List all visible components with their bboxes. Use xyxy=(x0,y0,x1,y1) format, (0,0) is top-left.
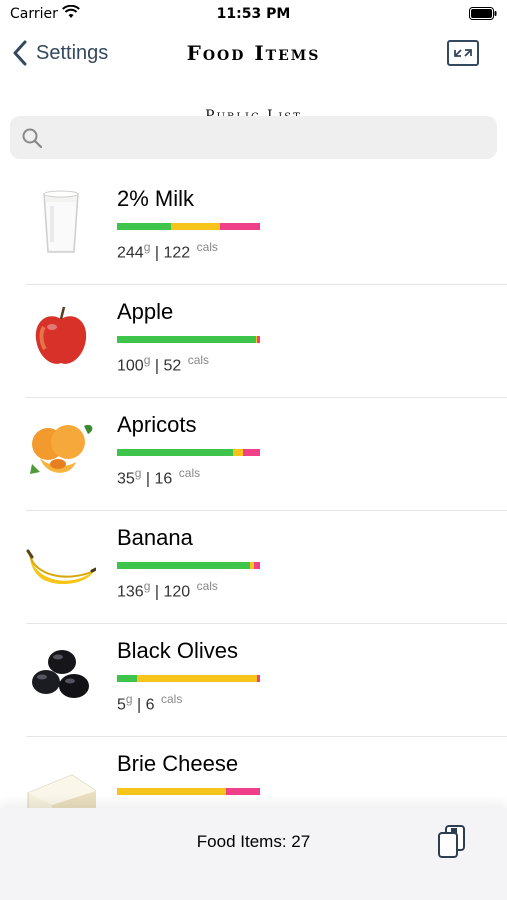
macro-bar xyxy=(117,562,260,569)
grams-unit: g xyxy=(143,240,151,254)
clock: 11:53 PM xyxy=(216,6,291,22)
fat-segment xyxy=(137,675,258,682)
red-apple-icon xyxy=(35,306,87,364)
food-stats: 35g | 16 cals xyxy=(117,466,201,488)
status-bar: Carrier 11:53 PM xyxy=(0,0,507,28)
list-item[interactable]: Banana 136g | 120 cals xyxy=(26,511,507,624)
cals-value: 120 xyxy=(163,583,191,601)
carb-segment xyxy=(117,223,172,230)
list-item[interactable]: Apricots 35g | 16 cals xyxy=(26,398,507,511)
banana-icon xyxy=(26,549,96,585)
protein-segment xyxy=(257,675,260,682)
list-item[interactable]: Apple 100g | 52 cals xyxy=(26,285,507,398)
grams-value: 244 xyxy=(117,244,144,262)
carb-segment xyxy=(117,449,233,456)
bottom-toolbar: Food Items: 27 xyxy=(0,808,507,900)
cals-value: 52 xyxy=(163,357,182,375)
macro-bar xyxy=(117,223,260,230)
food-stats: 136g | 120 cals xyxy=(117,579,218,601)
protein-segment xyxy=(225,788,260,795)
macro-bar xyxy=(117,675,260,682)
cals-unit: cals xyxy=(196,240,218,254)
search-icon xyxy=(22,128,42,148)
cals-value: 16 xyxy=(154,470,173,488)
food-name: Black Olives xyxy=(117,638,239,663)
cals-unit: cals xyxy=(161,692,183,706)
apricots-icon xyxy=(30,424,93,474)
food-stats: 244g | 122 cals xyxy=(117,240,218,262)
grams-value: 35 xyxy=(117,470,135,488)
cals-value: 6 xyxy=(145,696,155,714)
carb-segment xyxy=(117,562,250,569)
page-title: Food Items xyxy=(186,41,321,65)
collapse-arrows-icon[interactable] xyxy=(447,40,479,66)
protein-segment xyxy=(242,449,260,456)
protein-segment xyxy=(257,336,260,343)
food-name: 2% Milk xyxy=(117,186,195,211)
food-name: Banana xyxy=(117,525,193,550)
fat-segment xyxy=(232,449,243,456)
grams-unit: g xyxy=(125,692,133,706)
battery-icon xyxy=(469,7,497,20)
protein-segment xyxy=(219,223,260,230)
food-stats: 100g | 52 cals xyxy=(117,353,210,375)
macro-bar xyxy=(117,336,260,343)
fat-segment xyxy=(117,788,226,795)
protein-segment xyxy=(254,562,260,569)
food-stats: 5g | 6 cals xyxy=(117,692,183,714)
grams-unit: g xyxy=(134,466,142,480)
carb-segment xyxy=(117,675,138,682)
navigation-bar: Settings Food Items xyxy=(0,28,507,78)
search-field[interactable] xyxy=(10,116,497,159)
macro-bar xyxy=(117,449,260,456)
list-item[interactable]: 2% Milk 244g | 122 cals xyxy=(26,172,507,285)
cals-value: 122 xyxy=(163,244,191,262)
copy-documents-icon[interactable] xyxy=(437,824,467,860)
macro-bar xyxy=(117,788,260,795)
food-list: 2% Milk 244g | 122 cals Apple 100g | 52 … xyxy=(0,172,507,808)
list-item[interactable]: Black Olives 5g | 6 cals xyxy=(26,624,507,737)
cals-unit: cals xyxy=(187,353,210,367)
fat-segment xyxy=(171,223,220,230)
grams-value: 136 xyxy=(117,583,144,601)
food-name: Apricots xyxy=(117,412,197,437)
list-item[interactable]: Brie Cheese xyxy=(26,737,507,808)
food-items-count: Food Items: 27 xyxy=(196,832,311,851)
carb-segment xyxy=(117,336,256,343)
brie-cheese-icon xyxy=(27,774,96,808)
cals-unit: cals xyxy=(178,466,201,480)
search-input[interactable] xyxy=(54,124,484,152)
milk-glass-icon xyxy=(43,190,79,253)
food-name: Apple xyxy=(117,299,174,324)
black-olives-icon xyxy=(32,650,89,698)
grams-value: 5 xyxy=(117,696,126,714)
grams-unit: g xyxy=(143,353,151,367)
food-name: Brie Cheese xyxy=(117,751,239,776)
cals-unit: cals xyxy=(196,579,218,593)
grams-unit: g xyxy=(143,579,151,593)
grams-value: 100 xyxy=(117,357,144,375)
